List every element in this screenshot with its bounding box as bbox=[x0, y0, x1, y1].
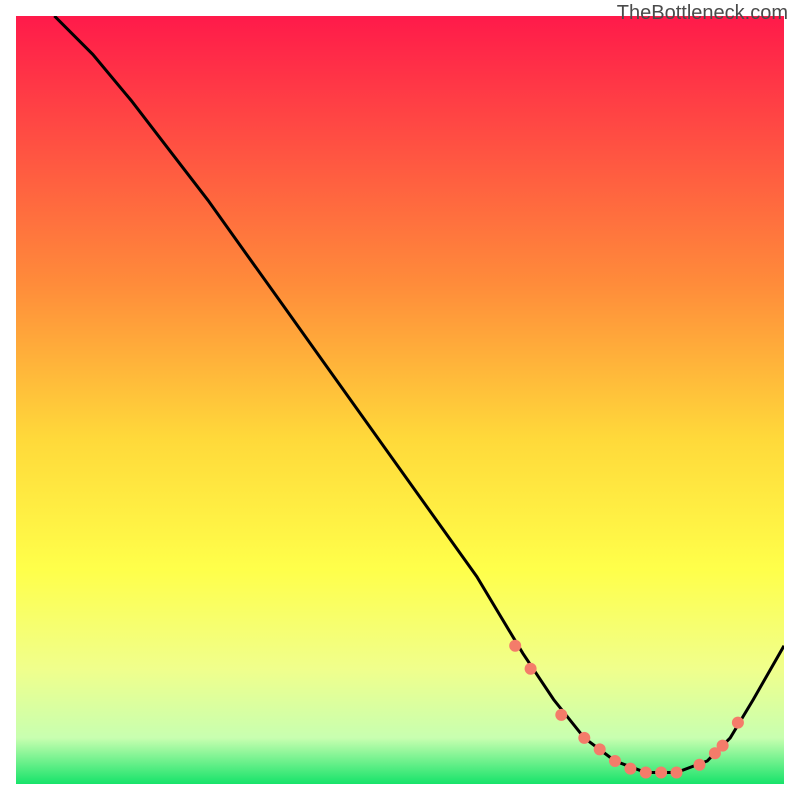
marker-point bbox=[594, 743, 606, 755]
marker-point bbox=[555, 709, 567, 721]
marker-point bbox=[640, 767, 652, 779]
marker-point bbox=[717, 740, 729, 752]
marker-point bbox=[509, 640, 521, 652]
chart-svg bbox=[16, 16, 784, 784]
marker-point bbox=[609, 755, 621, 767]
plot-area bbox=[16, 16, 784, 784]
marker-point bbox=[694, 759, 706, 771]
chart-container: TheBottleneck.com bbox=[0, 0, 800, 800]
gradient-background bbox=[16, 16, 784, 784]
marker-point bbox=[671, 767, 683, 779]
marker-point bbox=[624, 763, 636, 775]
marker-point bbox=[655, 767, 667, 779]
marker-point bbox=[525, 663, 537, 675]
marker-point bbox=[732, 717, 744, 729]
watermark-text: TheBottleneck.com bbox=[617, 2, 788, 25]
marker-point bbox=[578, 732, 590, 744]
